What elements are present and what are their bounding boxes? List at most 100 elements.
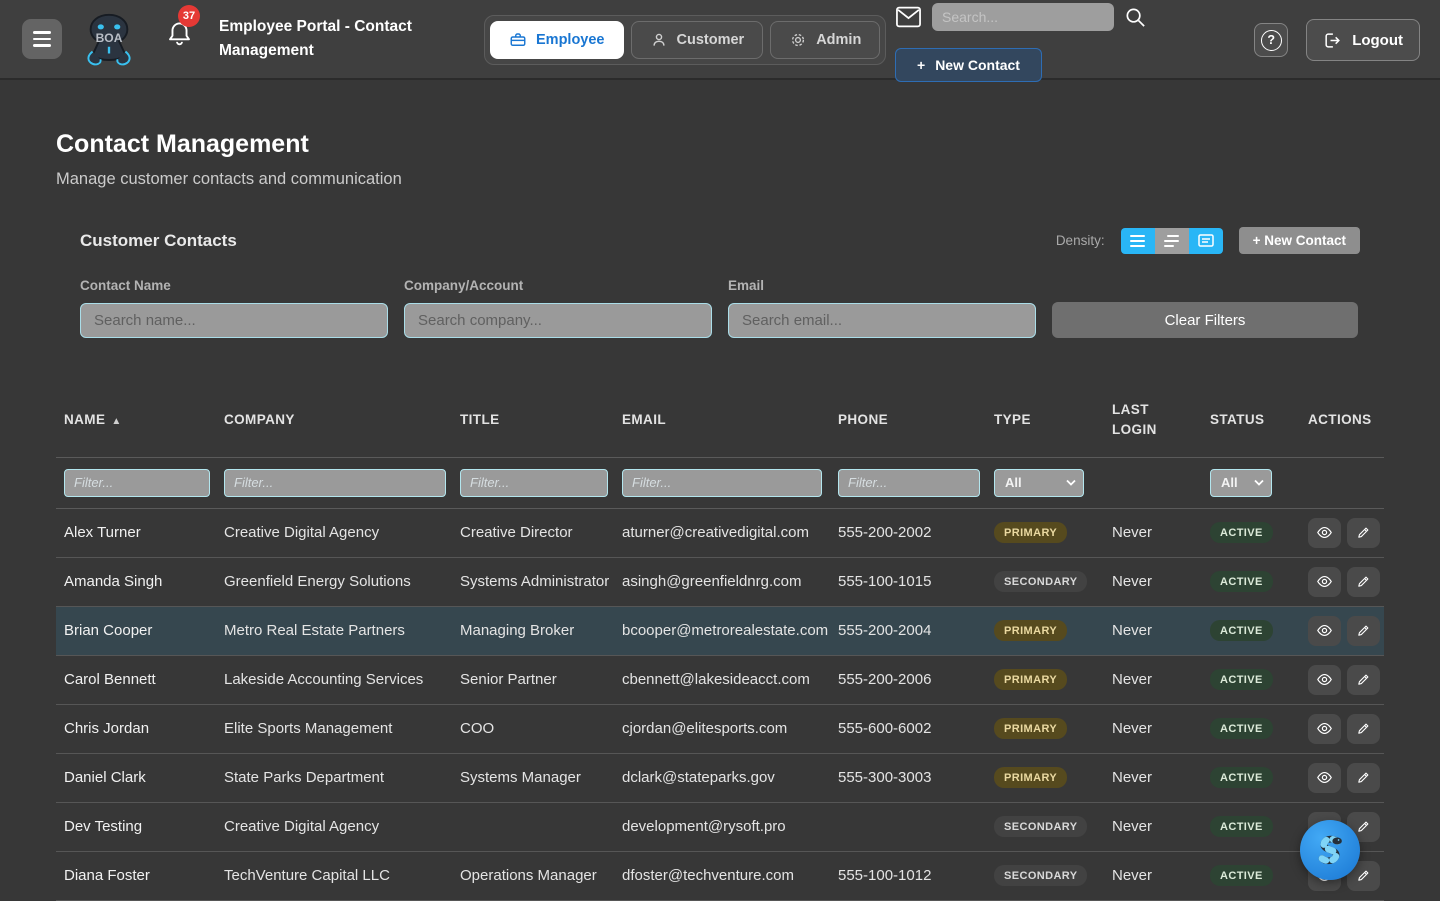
cell-title [452, 802, 614, 851]
view-contact-button[interactable] [1308, 567, 1341, 597]
contact-name-filter-input[interactable] [80, 303, 388, 338]
eye-icon [1316, 574, 1333, 589]
type-badge: SECONDARY [994, 816, 1087, 837]
edit-contact-button[interactable] [1347, 616, 1380, 646]
edit-contact-button[interactable] [1347, 518, 1380, 548]
cell-name: Brian Cooper [56, 606, 216, 655]
view-contact-button[interactable] [1308, 714, 1341, 744]
density-compact-button[interactable] [1155, 228, 1189, 254]
cell-actions [1300, 753, 1384, 802]
edit-contact-button[interactable] [1347, 763, 1380, 793]
status-filter-select[interactable]: All [1210, 469, 1272, 497]
top-bar: BOA 37 Employee Portal - Contact Managem… [0, 0, 1440, 80]
help-button[interactable]: ? [1254, 23, 1288, 57]
company-column-filter[interactable] [224, 469, 446, 497]
column-header-actions: ACTIONS [1300, 384, 1384, 457]
cell-status: ACTIVE [1202, 508, 1300, 557]
type-badge: PRIMARY [994, 718, 1067, 739]
table-row[interactable]: Diana FosterTechVenture Capital LLCOpera… [56, 851, 1384, 900]
column-header-type[interactable]: TYPE [986, 384, 1104, 457]
cell-email: cjordan@elitesports.com [614, 704, 830, 753]
hamburger-menu-button[interactable] [22, 19, 62, 59]
column-header-status[interactable]: STATUS [1202, 384, 1300, 457]
eye-icon [1316, 672, 1333, 687]
density-label: Density: [1056, 233, 1105, 248]
compact-list-icon [1164, 235, 1179, 247]
tab-customer[interactable]: Customer [631, 21, 764, 59]
assistant-fab-button[interactable] [1300, 820, 1360, 880]
edit-contact-button[interactable] [1347, 567, 1380, 597]
new-contact-panel-button[interactable]: + New Contact [1239, 227, 1360, 254]
cell-type: PRIMARY [986, 753, 1104, 802]
cell-email: bcooper@metrorealestate.com [614, 606, 830, 655]
new-contact-header-label: New Contact [935, 57, 1020, 73]
view-contact-button[interactable] [1308, 763, 1341, 793]
cell-phone: 555-200-2002 [830, 508, 986, 557]
email-filter-input[interactable] [728, 303, 1036, 338]
column-header-name[interactable]: NAME▲ [56, 384, 216, 457]
type-filter-select[interactable]: All [994, 469, 1084, 497]
cell-title: Managing Broker [452, 606, 614, 655]
contact-filters: Contact Name Company/Account Email Clear… [80, 278, 1360, 338]
eye-icon [1316, 525, 1333, 540]
table-row[interactable]: Alex TurnerCreative Digital AgencyCreati… [56, 508, 1384, 557]
logout-label: Logout [1352, 32, 1403, 49]
column-header-last-login[interactable]: LAST LOGIN [1104, 384, 1202, 457]
table-row[interactable]: Carol BennettLakeside Accounting Service… [56, 655, 1384, 704]
density-comfortable-button[interactable] [1121, 228, 1155, 254]
tab-label: Customer [677, 32, 745, 48]
column-header-company[interactable]: COMPANY [216, 384, 452, 457]
new-contact-header-button[interactable]: + New Contact [895, 48, 1042, 82]
search-icon[interactable] [1124, 6, 1147, 29]
column-header-email[interactable]: EMAIL [614, 384, 830, 457]
notification-badge: 37 [178, 5, 200, 27]
view-contact-button[interactable] [1308, 616, 1341, 646]
customer-contacts-panel: Customer Contacts Density: [56, 227, 1384, 901]
edit-contact-button[interactable] [1347, 665, 1380, 695]
table-row[interactable]: Dev TestingCreative Digital Agencydevelo… [56, 802, 1384, 851]
status-badge: ACTIVE [1210, 767, 1273, 788]
cell-actions [1300, 606, 1384, 655]
cell-name: Diana Foster [56, 851, 216, 900]
cell-actions [1300, 508, 1384, 557]
notifications[interactable]: 37 [166, 19, 193, 53]
cell-name: Chris Jordan [56, 704, 216, 753]
logo-text: BOA [96, 31, 123, 45]
tab-admin[interactable]: Admin [770, 21, 880, 59]
table-row[interactable]: Chris JordanElite Sports ManagementCOOcj… [56, 704, 1384, 753]
cell-title: Systems Administrator [452, 557, 614, 606]
name-column-filter[interactable] [64, 469, 210, 497]
global-search-input[interactable] [932, 3, 1114, 31]
edit-contact-button[interactable] [1347, 714, 1380, 744]
table-row[interactable]: Daniel ClarkState Parks DepartmentSystem… [56, 753, 1384, 802]
email-column-filter[interactable] [622, 469, 822, 497]
logout-button[interactable]: Logout [1306, 19, 1420, 61]
cell-phone: 555-600-6002 [830, 704, 986, 753]
view-contact-button[interactable] [1308, 518, 1341, 548]
title-column-filter[interactable] [460, 469, 608, 497]
cell-email: dclark@stateparks.gov [614, 753, 830, 802]
column-header-title[interactable]: TITLE [452, 384, 614, 457]
cell-company: TechVenture Capital LLC [216, 851, 452, 900]
app-logo: BOA [80, 11, 138, 67]
type-badge: PRIMARY [994, 620, 1067, 641]
cell-email: development@rysoft.pro [614, 802, 830, 851]
table-row[interactable]: Amanda SinghGreenfield Energy SolutionsS… [56, 557, 1384, 606]
app-title: Employee Portal - Contact Management [219, 15, 434, 63]
cell-name: Carol Bennett [56, 655, 216, 704]
plus-icon: + [917, 57, 925, 73]
person-icon [650, 31, 668, 49]
phone-column-filter[interactable] [838, 469, 980, 497]
company-filter-input[interactable] [404, 303, 712, 338]
cell-company: Greenfield Energy Solutions [216, 557, 452, 606]
table-row[interactable]: Brian CooperMetro Real Estate PartnersMa… [56, 606, 1384, 655]
clear-filters-button[interactable]: Clear Filters [1052, 302, 1358, 338]
cell-last-login: Never [1104, 557, 1202, 606]
density-card-button[interactable] [1189, 228, 1223, 254]
tab-employee[interactable]: Employee [490, 21, 624, 59]
pencil-icon [1356, 868, 1371, 883]
cell-company: Metro Real Estate Partners [216, 606, 452, 655]
mail-icon[interactable] [895, 6, 922, 28]
column-header-phone[interactable]: PHONE [830, 384, 986, 457]
view-contact-button[interactable] [1308, 665, 1341, 695]
